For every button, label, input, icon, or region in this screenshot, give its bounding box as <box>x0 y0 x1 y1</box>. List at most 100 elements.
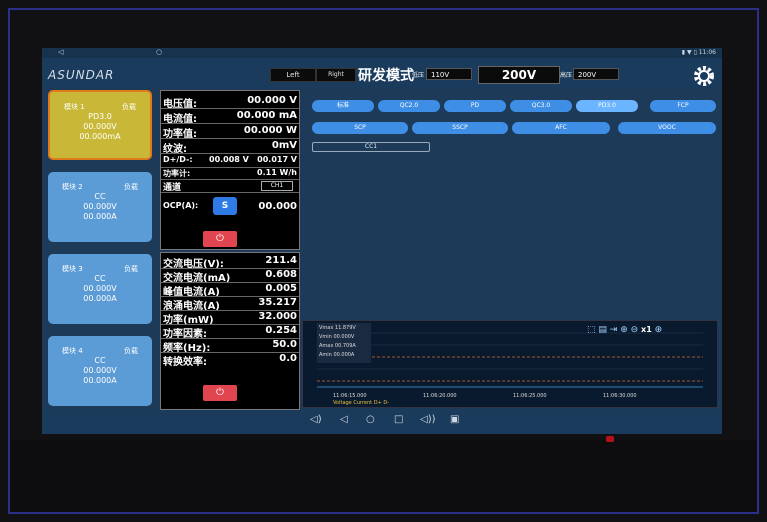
protocol-button-pd[interactable]: PD <box>444 100 506 112</box>
protocol-button-afc[interactable]: AFC <box>512 122 610 134</box>
header-bar: ASUNDAR Left Right 研发模式 低压 110V 200V 高压 … <box>42 58 722 88</box>
dc-readings-panel: 电压值: 00.000 V 电流值: 00.000 mA 功率值: 00.000 W … <box>160 90 300 250</box>
volume-up-icon[interactable]: ◁)) <box>420 414 436 425</box>
status-led <box>606 436 614 442</box>
main-voltage-display[interactable]: 200V <box>478 66 560 84</box>
current-value: 00.000 mA <box>236 110 297 121</box>
left-button[interactable]: Left <box>270 68 316 82</box>
protocol-button-pd30[interactable]: PD3.0 <box>576 100 638 112</box>
back-icon[interactable]: ◁ <box>340 414 348 425</box>
channel-select[interactable]: CH1 <box>261 181 293 191</box>
protocol-button-standard[interactable]: 标准 <box>312 100 374 112</box>
voltage-value: 00.000 V <box>247 95 297 106</box>
low-voltage-field[interactable]: 110V <box>426 68 472 80</box>
module-current: 00.000A <box>83 294 117 303</box>
status-home-icon[interactable]: ○ <box>156 48 162 56</box>
mode-title: 研发模式 <box>358 68 414 84</box>
module-current: 00.000mA <box>79 132 121 141</box>
ac-row-value: 35.217 <box>258 297 297 308</box>
divider <box>161 153 299 154</box>
ocp-value: 00.000 <box>258 201 297 212</box>
dplus-dminus-label: D+/D-: <box>163 155 193 164</box>
right-button[interactable]: Right <box>316 68 356 82</box>
dminus-value: 00.017 V <box>257 155 297 164</box>
module-name: 模块 3 <box>62 265 83 273</box>
module-load: 负载 <box>124 265 138 273</box>
divider <box>161 179 299 180</box>
ac-row-value: 0.0 <box>279 353 297 364</box>
waveform-chart[interactable]: Vmax 11.879V Vmin 00.000V Amax 00.709A A… <box>302 320 718 408</box>
divider <box>161 123 299 124</box>
time-tick: 11:06:25.000 <box>513 393 547 399</box>
module-voltage: 00.000V <box>83 366 117 375</box>
ac-power-button[interactable]: ⏻ <box>203 385 237 401</box>
volume-down-icon[interactable]: ◁) <box>310 414 322 425</box>
home-icon[interactable]: ○ <box>366 414 375 425</box>
screenshot-icon[interactable]: ▣ <box>450 414 459 425</box>
module-card-1[interactable]: 模块 1 负载 PD3.0 00.000V 00.000mA <box>48 90 152 160</box>
ac-row-value: 50.0 <box>272 339 297 350</box>
module-current: 00.000A <box>83 212 117 221</box>
recent-apps-icon[interactable]: □ <box>394 414 403 425</box>
high-voltage-field[interactable]: 200V <box>573 68 619 80</box>
android-nav-bar: ◁) ◁ ○ □ ◁)) ▣ <box>42 410 722 434</box>
module-name: 模块 1 <box>64 103 85 111</box>
power-value: 00.000 W <box>243 125 297 136</box>
module-load: 负载 <box>122 103 136 111</box>
vmax-readout: Vmax 11.879V <box>319 325 356 331</box>
module-name: 模块 2 <box>62 183 83 191</box>
time-tick: 11:06:20.000 <box>423 393 457 399</box>
cc1-selector[interactable]: CC1 <box>312 142 430 152</box>
protocol-button-qc30[interactable]: QC3.0 <box>510 100 572 112</box>
zoom-box-icon[interactable]: ⬚ <box>587 325 596 335</box>
brand-logo: ASUNDAR <box>48 68 115 82</box>
module-type: CC <box>94 274 106 283</box>
divider <box>161 192 299 193</box>
time-tick: 11:06:30.000 <box>603 393 637 399</box>
ac-row-value: 211.4 <box>265 255 297 266</box>
module-name: 模块 4 <box>62 347 83 355</box>
zoom-out-icon[interactable]: ⊖ <box>631 325 639 335</box>
ac-row-value: 0.005 <box>265 283 297 294</box>
system-indicators: ▮ ▼ ▯ 11:06 <box>681 49 716 56</box>
protocol-button-fcp[interactable]: FCP <box>650 100 716 112</box>
ac-row-label: 转换效率: <box>163 357 207 368</box>
module-voltage: 00.000V <box>83 284 117 293</box>
ripple-value: 0mV <box>271 140 297 151</box>
module-type: CC <box>94 356 106 365</box>
ocp-set-button[interactable]: S <box>213 197 237 215</box>
export-icon[interactable]: ⇥ <box>610 325 618 335</box>
ac-row-value: 0.254 <box>265 325 297 336</box>
ac-row-value: 32.000 <box>258 311 297 322</box>
dplus-value: 00.008 V <box>209 155 249 164</box>
energy-label: 功率计: <box>163 169 191 178</box>
zoom-level: x1 <box>641 325 652 334</box>
vmin-readout: Vmin 00.000V <box>319 334 355 340</box>
gear-icon[interactable] <box>692 64 716 88</box>
energy-value: 0.11 W/h <box>257 168 297 177</box>
ocp-label: OCP(A): <box>163 201 199 210</box>
module-type: CC <box>94 192 106 201</box>
amin-readout: Amin 00.000A <box>319 352 355 358</box>
protocol-button-qc20[interactable]: QC2.0 <box>378 100 440 112</box>
module-card-3[interactable]: 模块 3 负载 CC 00.000V 00.000A <box>48 254 152 324</box>
crosshair-icon[interactable]: ⊕ <box>620 325 628 335</box>
module-card-2[interactable]: 模块 2 负载 CC 00.000V 00.000A <box>48 172 152 242</box>
high-voltage-label: 高压 <box>560 72 573 79</box>
protocol-button-scp[interactable]: SCP <box>312 122 408 134</box>
save-icon[interactable]: ▤ <box>598 325 607 335</box>
protocol-button-sscp[interactable]: SSCP <box>412 122 508 134</box>
ac-readings-panel: 交流电压(V): 211.4 交流电流(mA) 0.608 峰值电流(A) 0.005… <box>160 252 300 410</box>
low-voltage-label: 低压 <box>412 72 425 79</box>
divider <box>161 108 299 109</box>
module-card-4[interactable]: 模块 4 负载 CC 00.000V 00.000A <box>48 336 152 406</box>
android-status-bar: ◁ ○ ▮ ▼ ▯ 11:06 <box>42 48 722 58</box>
divider <box>161 138 299 139</box>
status-back-icon[interactable]: ◁ <box>58 48 63 56</box>
time-tick: 11:06:15.000 <box>333 393 367 399</box>
ac-row-value: 0.608 <box>265 269 297 280</box>
protocol-button-vooc[interactable]: VOOC <box>618 122 716 134</box>
dc-power-button[interactable]: ⏻ <box>203 231 237 247</box>
zoom-in-icon[interactable]: ⊕ <box>655 325 663 335</box>
device-bezel <box>10 440 757 512</box>
